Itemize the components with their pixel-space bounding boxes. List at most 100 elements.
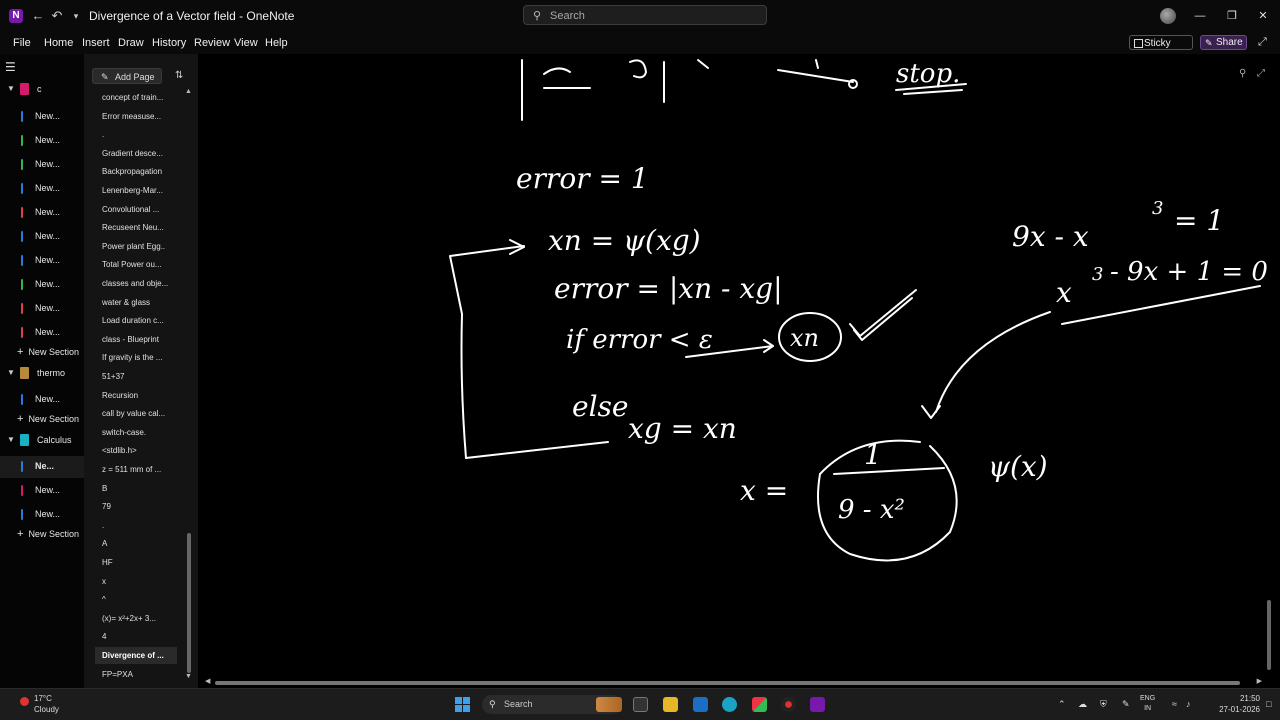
canvas-vertical-scrollbar[interactable]	[1265, 90, 1273, 680]
restore-icon[interactable]: ❐	[1222, 7, 1242, 25]
section-item-selected[interactable]: Ne...	[0, 456, 84, 478]
page-item[interactable]: Error measuse...	[95, 108, 177, 125]
new-section-button[interactable]: + New Section	[17, 413, 79, 425]
section-item[interactable]: New...	[0, 274, 84, 296]
undo-icon[interactable]: ↶	[49, 8, 65, 24]
back-icon[interactable]: ←	[30, 8, 46, 24]
chrome-icon[interactable]	[781, 697, 796, 712]
menu-review[interactable]: Review	[194, 37, 230, 49]
security-icon[interactable]: ⛨	[1100, 699, 1107, 710]
minimize-icon[interactable]: —	[1190, 7, 1210, 25]
notification-icon[interactable]: □	[1266, 699, 1271, 709]
page-item[interactable]: Gradient desce...	[95, 145, 177, 162]
section-item[interactable]: New...	[0, 389, 84, 411]
scrollbar-thumb[interactable]	[215, 681, 1240, 685]
clock[interactable]: 21:50 27-01-2026	[1200, 693, 1260, 715]
note-canvas[interactable]: stop. error = 1 xn = ψ(xg) error = |xn -…	[198, 54, 1280, 688]
fullscreen-icon[interactable]: ⤢	[1257, 68, 1269, 80]
page-item[interactable]: If gravity is the ...	[95, 349, 177, 366]
close-icon[interactable]: ✕	[1253, 7, 1273, 25]
task-view-icon[interactable]	[633, 697, 648, 712]
search-box[interactable]: ⚲ Search	[523, 5, 767, 25]
windows-start-icon[interactable]	[455, 697, 470, 712]
section-item[interactable]: New...	[0, 250, 84, 272]
new-section-button[interactable]: + New Section	[17, 528, 79, 540]
section-item[interactable]: New...	[0, 154, 84, 176]
page-item-selected[interactable]: Divergence of ...	[95, 647, 177, 664]
menu-file[interactable]: File	[13, 37, 31, 49]
quick-access-dropdown-icon[interactable]: ▾	[68, 8, 84, 24]
file-explorer-icon[interactable]	[663, 697, 678, 712]
page-item[interactable]: .	[95, 126, 177, 143]
page-item[interactable]: z = 511 mm of ...	[95, 461, 177, 478]
page-item[interactable]: classes and obje...	[95, 275, 177, 292]
cloud-icon[interactable]: ☁	[1078, 699, 1087, 710]
expand-ribbon-icon[interactable]: ⤢	[1258, 36, 1270, 48]
section-item[interactable]: New...	[0, 130, 84, 152]
page-list-scrollbar[interactable]: ▲ ▼	[185, 88, 193, 686]
page-item[interactable]: .	[95, 517, 177, 534]
hamburger-icon[interactable]: ☰	[5, 60, 16, 74]
page-item[interactable]: B	[95, 480, 177, 497]
account-avatar[interactable]	[1160, 8, 1176, 24]
page-item[interactable]: 51+37	[95, 368, 177, 385]
section-item[interactable]: New...	[0, 504, 84, 526]
notebook-item[interactable]: ▼ Calculus	[0, 430, 84, 452]
page-item[interactable]: Power plant Egg..	[95, 238, 177, 255]
sort-icon[interactable]: ⇅	[175, 70, 183, 81]
canvas-horizontal-scrollbar[interactable]: ◀ ▶	[205, 677, 1262, 687]
page-item[interactable]: Recuseent Neu...	[95, 219, 177, 236]
section-item[interactable]: New...	[0, 226, 84, 248]
menu-insert[interactable]: Insert	[82, 37, 110, 49]
page-item[interactable]: HF	[95, 554, 177, 571]
page-item[interactable]: 4	[95, 628, 177, 645]
sticky-notes-button[interactable]: Sticky Notes	[1129, 35, 1193, 64]
widget-icon[interactable]	[596, 697, 622, 712]
page-item[interactable]: FP=PXA	[95, 666, 177, 683]
page-item[interactable]: switch-case.	[95, 424, 177, 441]
section-item[interactable]: New...	[0, 202, 84, 224]
menu-help[interactable]: Help	[265, 37, 288, 49]
page-item[interactable]: Total Power ou...	[95, 256, 177, 273]
section-item[interactable]: New...	[0, 480, 84, 502]
chevron-down-icon[interactable]: ▼	[7, 435, 15, 444]
menu-view[interactable]: View	[234, 37, 258, 49]
page-item[interactable]: 79	[95, 498, 177, 515]
page-item[interactable]: Load duration c...	[95, 312, 177, 329]
notebook-item[interactable]: ▼ c	[0, 79, 84, 101]
scroll-down-icon[interactable]: ▼	[185, 673, 192, 680]
scroll-left-icon[interactable]: ◀	[205, 677, 210, 685]
page-item[interactable]: water & glass	[95, 294, 177, 311]
scrollbar-thumb[interactable]	[1267, 600, 1271, 670]
menu-history[interactable]: History	[152, 37, 186, 49]
pen-icon[interactable]: ✎	[1122, 699, 1130, 710]
menu-home[interactable]: Home	[44, 37, 73, 49]
section-item[interactable]: New...	[0, 322, 84, 344]
page-item[interactable]: Convolutional ...	[95, 201, 177, 218]
section-item[interactable]: New...	[0, 178, 84, 200]
canvas-search-icon[interactable]: ⚲	[1239, 68, 1251, 80]
page-item[interactable]: (x)= x²+2x+ 3...	[95, 610, 177, 627]
onenote-taskbar-icon[interactable]	[810, 697, 825, 712]
chevron-down-icon[interactable]: ▼	[7, 368, 15, 377]
scrollbar-thumb[interactable]	[187, 533, 191, 673]
volume-icon[interactable]: ♪	[1186, 699, 1191, 709]
notebook-item[interactable]: ▼ thermo	[0, 363, 84, 385]
edge-icon[interactable]	[722, 697, 737, 712]
page-item[interactable]: Lenenberg-Mar...	[95, 182, 177, 199]
page-item[interactable]: class - Blueprint	[95, 331, 177, 348]
page-item[interactable]: Backpropagation	[95, 163, 177, 180]
chevron-down-icon[interactable]: ▼	[7, 84, 15, 93]
scroll-right-icon[interactable]: ▶	[1257, 677, 1262, 685]
language-indicator[interactable]: ENG IN	[1140, 694, 1155, 714]
store-icon[interactable]	[693, 697, 708, 712]
menu-draw[interactable]: Draw	[118, 37, 144, 49]
section-item[interactable]: New...	[0, 298, 84, 320]
app-icon[interactable]	[752, 697, 767, 712]
add-page-button[interactable]: ✎ Add Page	[92, 68, 162, 84]
page-item[interactable]: <stdlib.h>	[95, 442, 177, 459]
page-item[interactable]: concept of train...	[95, 89, 177, 106]
weather-widget[interactable]: 17°C Cloudy	[8, 694, 78, 716]
chevron-up-icon[interactable]: ⌃	[1058, 699, 1066, 710]
page-item[interactable]: call by value cal...	[95, 405, 177, 422]
